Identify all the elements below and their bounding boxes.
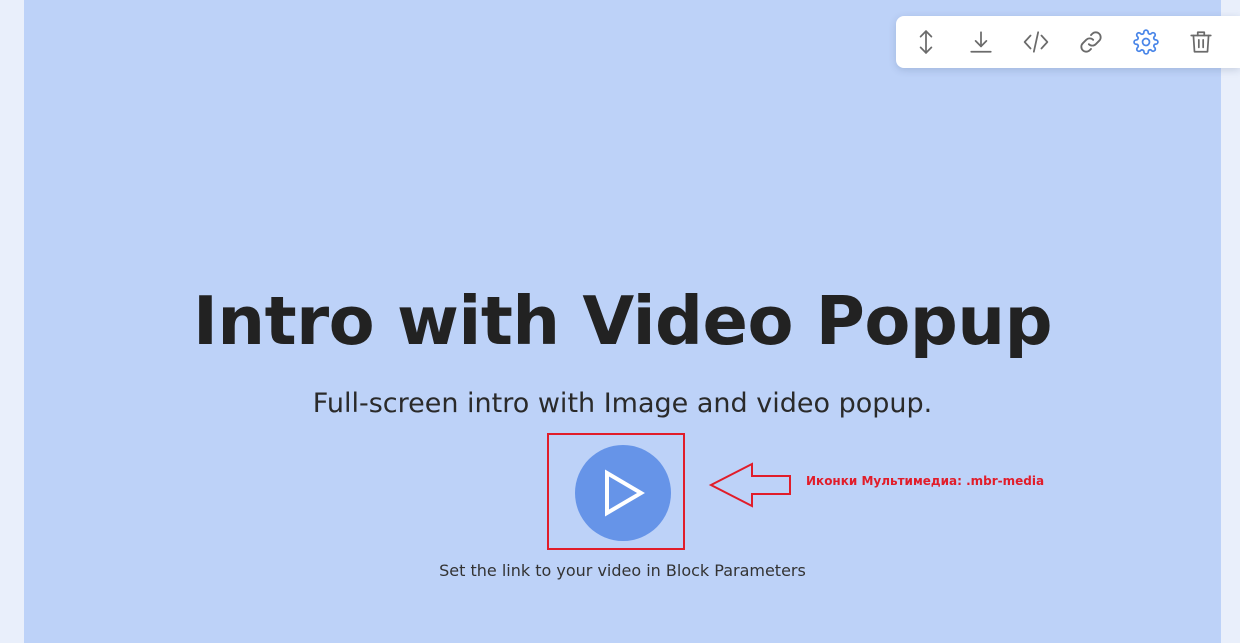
- move-button[interactable]: [910, 25, 942, 59]
- trash-icon: [1190, 31, 1212, 53]
- link-icon: [1080, 31, 1102, 53]
- link-button[interactable]: [1075, 25, 1107, 59]
- page-canvas: Intro with Video Popup Full-screen intro…: [0, 0, 1240, 643]
- page-title: Intro with Video Popup: [192, 282, 1053, 360]
- left-arrow-icon: [708, 462, 791, 508]
- video-caption: Set the link to your video in Block Para…: [439, 561, 806, 580]
- settings-button[interactable]: [1130, 25, 1162, 59]
- download-icon: [970, 31, 992, 53]
- block-toolbar: [896, 16, 1240, 68]
- move-icon: [919, 30, 933, 54]
- code-button[interactable]: [1020, 25, 1052, 59]
- code-icon: [1023, 31, 1049, 53]
- play-icon: [605, 469, 645, 517]
- page-subtitle: Full-screen intro with Image and video p…: [312, 388, 933, 419]
- annotation-label: Иконки Мультимедиа: .mbr-media: [806, 474, 1045, 488]
- download-button[interactable]: [965, 25, 997, 59]
- delete-button[interactable]: [1185, 25, 1217, 59]
- video-play-button[interactable]: [575, 445, 671, 541]
- gear-icon: [1133, 29, 1159, 55]
